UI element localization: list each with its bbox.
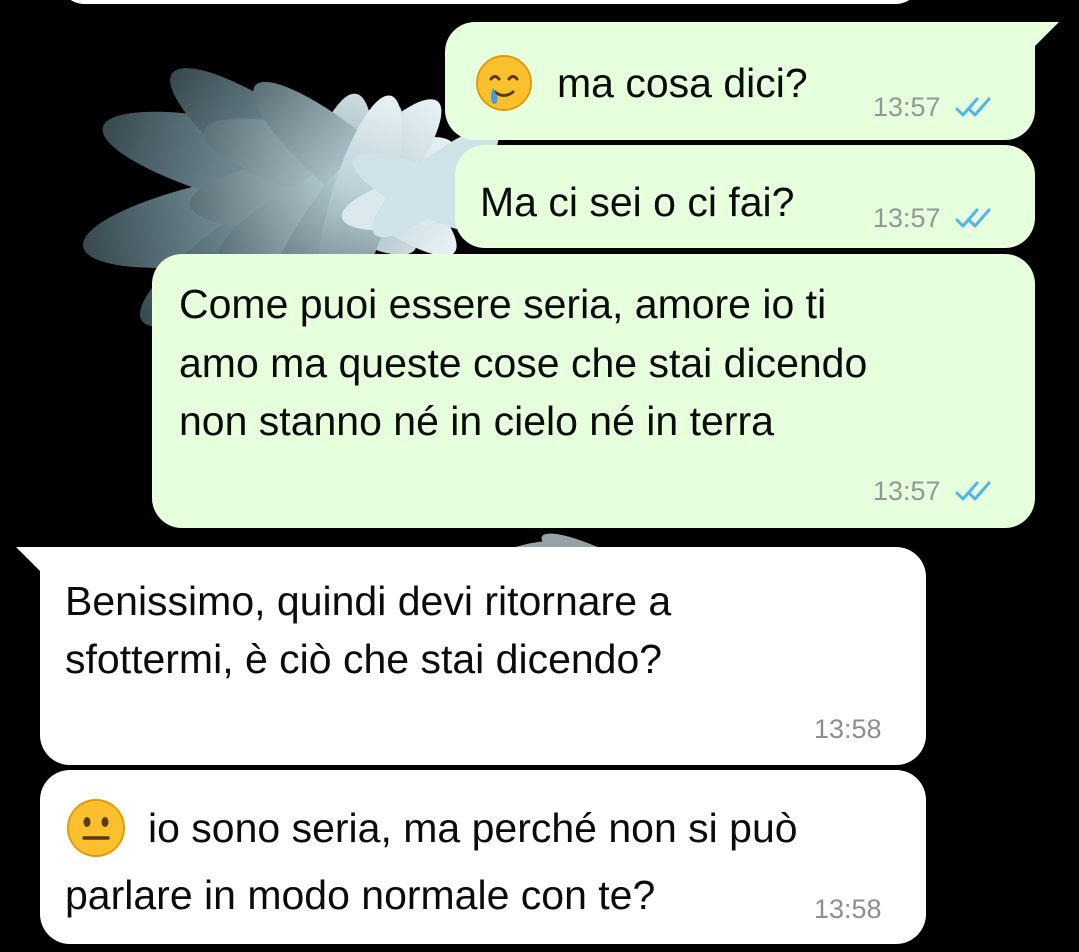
message-bubble-outgoing[interactable]: Ma ci sei o ci fai? 13:57 xyxy=(455,145,1035,248)
message-timestamp: 13:58 xyxy=(814,894,882,924)
message-text-line: amo ma queste cose che stai dicendo xyxy=(179,340,868,386)
message-meta: 13:57 xyxy=(873,203,995,233)
message-meta: 13:58 xyxy=(814,894,882,924)
message-timestamp: 13:57 xyxy=(873,203,941,233)
message-timestamp: 13:57 xyxy=(873,92,941,122)
previous-message-edge xyxy=(60,0,920,4)
message-text: ma cosa dici? xyxy=(557,60,808,106)
message-bubble-incoming[interactable]: io sono seria, ma perché non si può parl… xyxy=(40,770,926,944)
double-check-read-icon xyxy=(955,208,991,228)
message-text-line: non stanno né in cielo né in terra xyxy=(179,398,774,444)
message-text-line: parlare in modo normale con te? xyxy=(65,872,656,918)
double-check-read-icon xyxy=(955,97,991,117)
double-check-read-icon xyxy=(955,481,991,501)
smiling-face-with-tear-icon xyxy=(476,55,532,111)
message-text-line: Benissimo, quindi devi ritornare a xyxy=(65,578,672,624)
message-bubble-outgoing[interactable]: Come puoi essere seria, amore io ti amo … xyxy=(152,254,1035,528)
bubble-tail xyxy=(1033,22,1059,48)
bubble-tail xyxy=(16,547,42,573)
message-meta: 13:57 xyxy=(873,92,995,122)
message-timestamp: 13:58 xyxy=(814,714,882,744)
neutral-face-icon xyxy=(67,799,125,857)
message-text-line: Come puoi essere seria, amore io ti xyxy=(179,281,827,327)
message-text-line: io sono seria, ma perché non si può xyxy=(148,805,798,851)
chat-screen: ma cosa dici? 13:57 Ma ci sei o ci fai? … xyxy=(0,0,1079,952)
message-text: Ma ci sei o ci fai? xyxy=(480,179,795,225)
message-meta: 13:58 xyxy=(814,714,882,744)
message-timestamp: 13:57 xyxy=(873,476,941,506)
message-bubble-incoming[interactable]: Benissimo, quindi devi ritornare a sfott… xyxy=(16,547,926,765)
message-text-line: sfottermi, è ciò che stai dicendo? xyxy=(65,636,663,682)
message-bubble-outgoing[interactable]: ma cosa dici? 13:57 xyxy=(445,22,1059,140)
message-meta: 13:57 xyxy=(873,476,995,506)
